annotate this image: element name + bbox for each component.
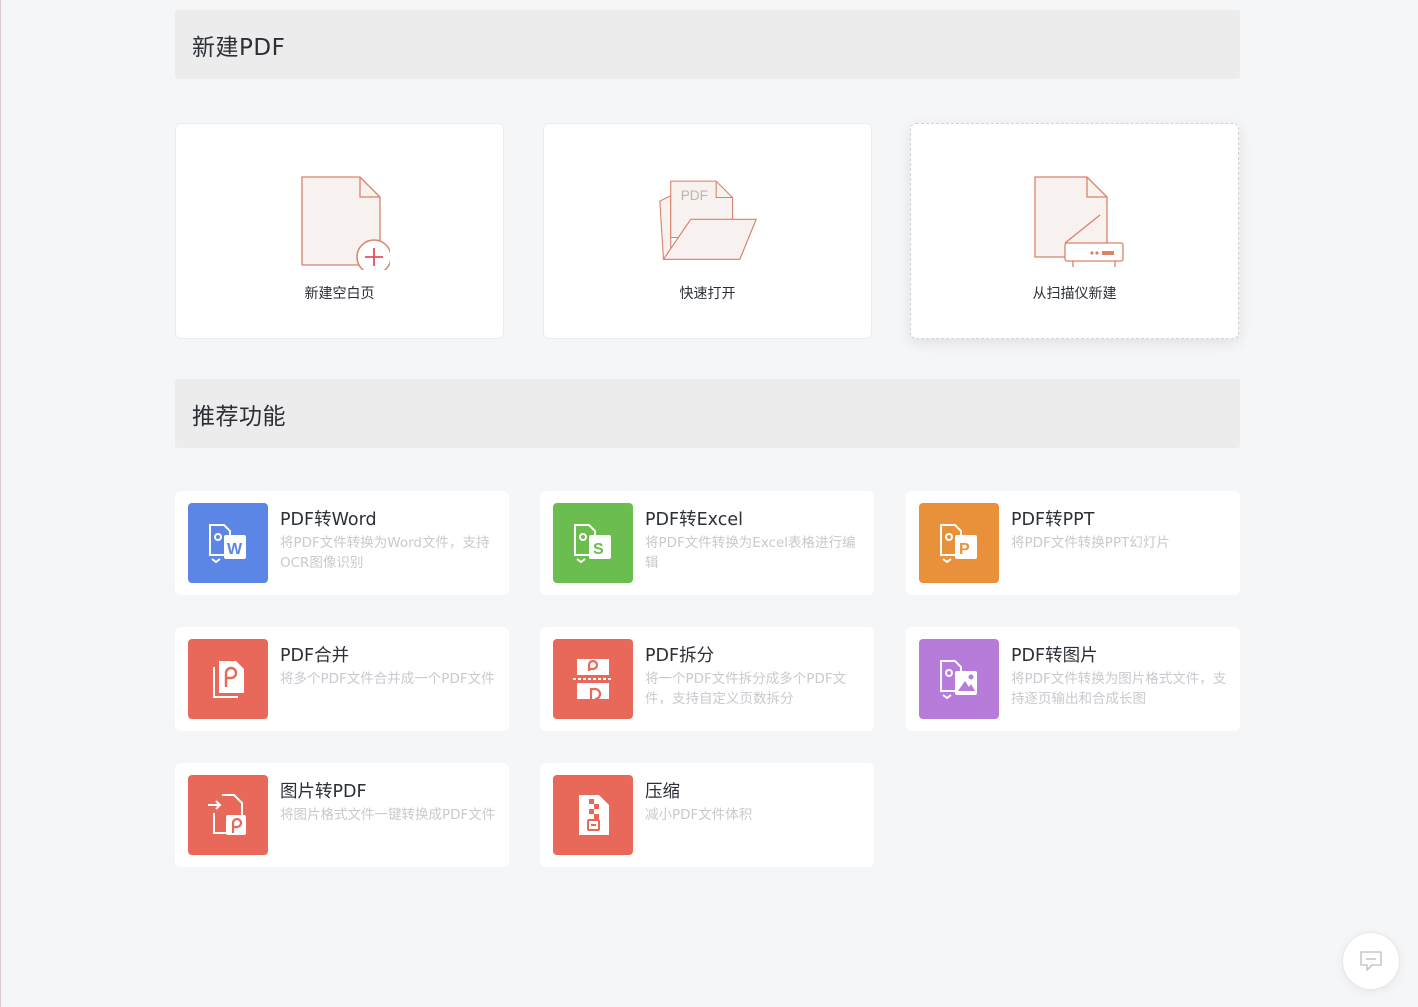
- feature-pdf-to-image[interactable]: PDF转图片 将PDF文件转换为图片格式文件，支持逐页输出和合成长图: [906, 627, 1240, 731]
- new-from-scanner-card[interactable]: 从扫描仪新建: [910, 123, 1239, 339]
- svg-text:P: P: [959, 541, 970, 558]
- image-to-pdf-icon: [188, 775, 268, 855]
- chat-bubble-icon: [1360, 951, 1382, 971]
- quick-open-label: 快速打开: [679, 286, 736, 302]
- feature-title: PDF转Excel: [645, 510, 743, 530]
- feature-description: 将多个PDF文件合并成一个PDF文件: [280, 671, 495, 687]
- blank-page-plus-icon: [290, 175, 390, 270]
- svg-text:PDF: PDF: [680, 188, 707, 203]
- svg-text:S: S: [593, 541, 604, 558]
- new-blank-page-label: 新建空白页: [304, 286, 375, 302]
- feature-description: 将PDF文件转换为图片格式文件，支持逐页输出和合成长图: [1011, 671, 1227, 707]
- pdf-merge-icon: [188, 639, 268, 719]
- svg-text:W: W: [227, 541, 243, 558]
- feature-title: PDF转PPT: [1011, 510, 1095, 530]
- feature-image-to-pdf[interactable]: 图片转PDF 将图片格式文件一键转换成PDF文件: [175, 763, 509, 867]
- scanner-page-icon: [1025, 175, 1125, 270]
- feature-pdf-to-ppt[interactable]: P PDF转PPT 将PDF文件转换PPT幻灯片: [906, 491, 1240, 595]
- feature-title: PDF合并: [280, 646, 350, 666]
- feature-description: 将PDF文件转换为Excel表格进行编辑: [645, 535, 856, 571]
- section-title-recommended: 推荐功能: [192, 403, 286, 430]
- new-from-scanner-label: 从扫描仪新建: [1032, 286, 1117, 302]
- feature-pdf-to-word[interactable]: W PDF转Word 将PDF文件转换为Word文件，支持OCR图像识别: [175, 491, 509, 595]
- section-title-new-pdf: 新建PDF: [192, 34, 286, 61]
- section-header-new-pdf: 新建PDF: [175, 10, 1240, 79]
- pdf-to-ppt-icon: P: [919, 503, 999, 583]
- feature-pdf-to-excel[interactable]: S PDF转Excel 将PDF文件转换为Excel表格进行编辑: [540, 491, 874, 595]
- pdf-folder-open-icon: PDF: [658, 175, 758, 270]
- feature-description: 将图片格式文件一键转换成PDF文件: [280, 807, 496, 823]
- pdf-to-word-icon: W: [188, 503, 268, 583]
- pdf-split-icon: [553, 639, 633, 719]
- new-blank-page-card[interactable]: 新建空白页: [175, 123, 504, 339]
- compress-icon: [553, 775, 633, 855]
- feature-title: PDF拆分: [645, 646, 715, 666]
- quick-open-card[interactable]: PDF 快速打开: [543, 123, 872, 339]
- feature-pdf-merge[interactable]: PDF合并 将多个PDF文件合并成一个PDF文件: [175, 627, 509, 731]
- section-header-recommended: 推荐功能: [175, 379, 1240, 448]
- feature-title: 压缩: [645, 782, 680, 802]
- feature-title: PDF转Word: [280, 510, 377, 530]
- window-left-edge: [0, 0, 1, 1007]
- feature-description: 将PDF文件转换PPT幻灯片: [1011, 535, 1170, 551]
- feature-description: 将一个PDF文件拆分成多个PDF文件，支持自定义页数拆分: [645, 671, 847, 707]
- feature-compress[interactable]: 压缩 减小PDF文件体积: [540, 763, 874, 867]
- feature-title: 图片转PDF: [280, 782, 367, 802]
- pdf-to-excel-icon: S: [553, 503, 633, 583]
- feature-pdf-split[interactable]: PDF拆分 将一个PDF文件拆分成多个PDF文件，支持自定义页数拆分: [540, 627, 874, 731]
- pdf-to-image-icon: [919, 639, 999, 719]
- feature-title: PDF转图片: [1011, 646, 1098, 666]
- feature-description: 将PDF文件转换为Word文件，支持OCR图像识别: [280, 535, 490, 571]
- feature-description: 减小PDF文件体积: [645, 807, 753, 823]
- chat-button[interactable]: [1342, 932, 1400, 990]
